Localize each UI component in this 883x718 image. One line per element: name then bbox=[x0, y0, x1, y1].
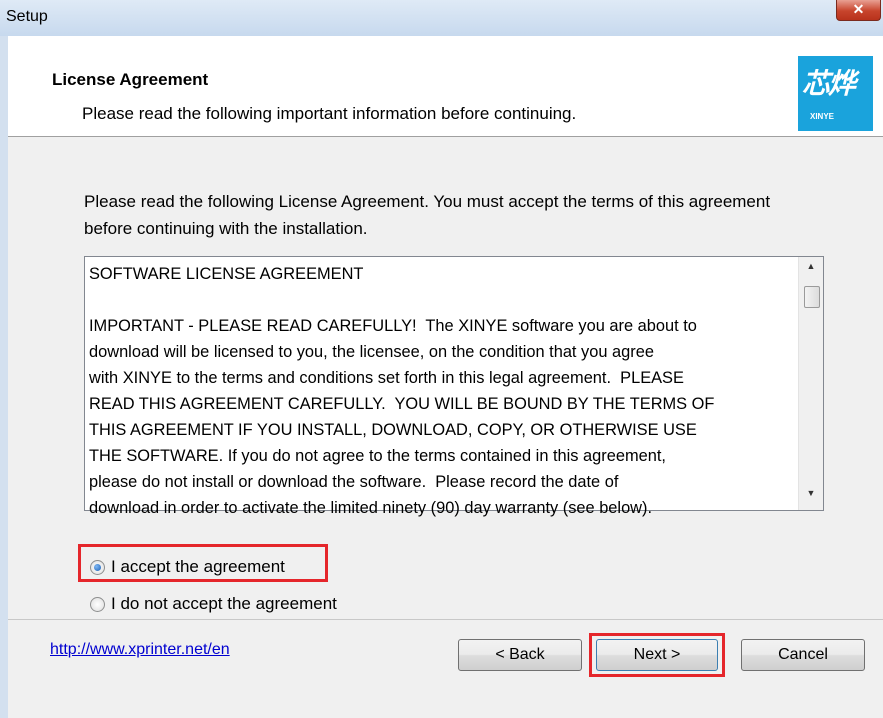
cancel-button[interactable]: Cancel bbox=[741, 639, 865, 671]
license-scrollbar[interactable]: ▲ ▼ bbox=[798, 257, 823, 510]
footer-divider bbox=[8, 619, 883, 620]
scroll-up-arrow-icon[interactable]: ▲ bbox=[799, 261, 823, 281]
page-subtitle: Please read the following important info… bbox=[82, 104, 577, 123]
scroll-down-arrow-icon[interactable]: ▼ bbox=[799, 488, 823, 508]
window-title: Setup bbox=[6, 8, 48, 25]
license-body: IMPORTANT - PLEASE READ CAREFULLY! The X… bbox=[89, 317, 715, 517]
next-highlight bbox=[589, 633, 725, 677]
page-title: License Agreement bbox=[52, 70, 209, 89]
wizard-header: License Agreement Please read the follow… bbox=[8, 36, 883, 137]
xinye-logo: 芯烨 XINYE bbox=[798, 56, 873, 131]
license-heading: SOFTWARE LICENSE AGREEMENT bbox=[89, 265, 364, 283]
website-link[interactable]: http://www.xprinter.net/en bbox=[50, 641, 230, 659]
close-icon[interactable]: ✕ bbox=[836, 0, 881, 21]
title-bar: Setup ✕ bbox=[0, 0, 883, 37]
accept-highlight bbox=[78, 544, 328, 582]
back-button[interactable]: < Back bbox=[458, 639, 582, 671]
intro-text: Please read the following License Agreem… bbox=[84, 192, 771, 238]
scroll-thumb[interactable] bbox=[804, 286, 820, 308]
license-textbox[interactable]: SOFTWARE LICENSE AGREEMENT IMPORTANT - P… bbox=[84, 256, 824, 517]
logo-english-text: XINYE bbox=[810, 112, 835, 121]
decline-label[interactable]: I do not accept the agreement bbox=[111, 594, 337, 614]
decline-option[interactable]: I do not accept the agreement bbox=[84, 589, 337, 619]
logo-chinese-text: 芯烨 bbox=[802, 67, 856, 100]
license-content: SOFTWARE LICENSE AGREEMENT IMPORTANT - P… bbox=[89, 261, 801, 521]
decline-radio[interactable] bbox=[90, 596, 105, 612]
setup-dialog: License Agreement Please read the follow… bbox=[0, 36, 883, 718]
